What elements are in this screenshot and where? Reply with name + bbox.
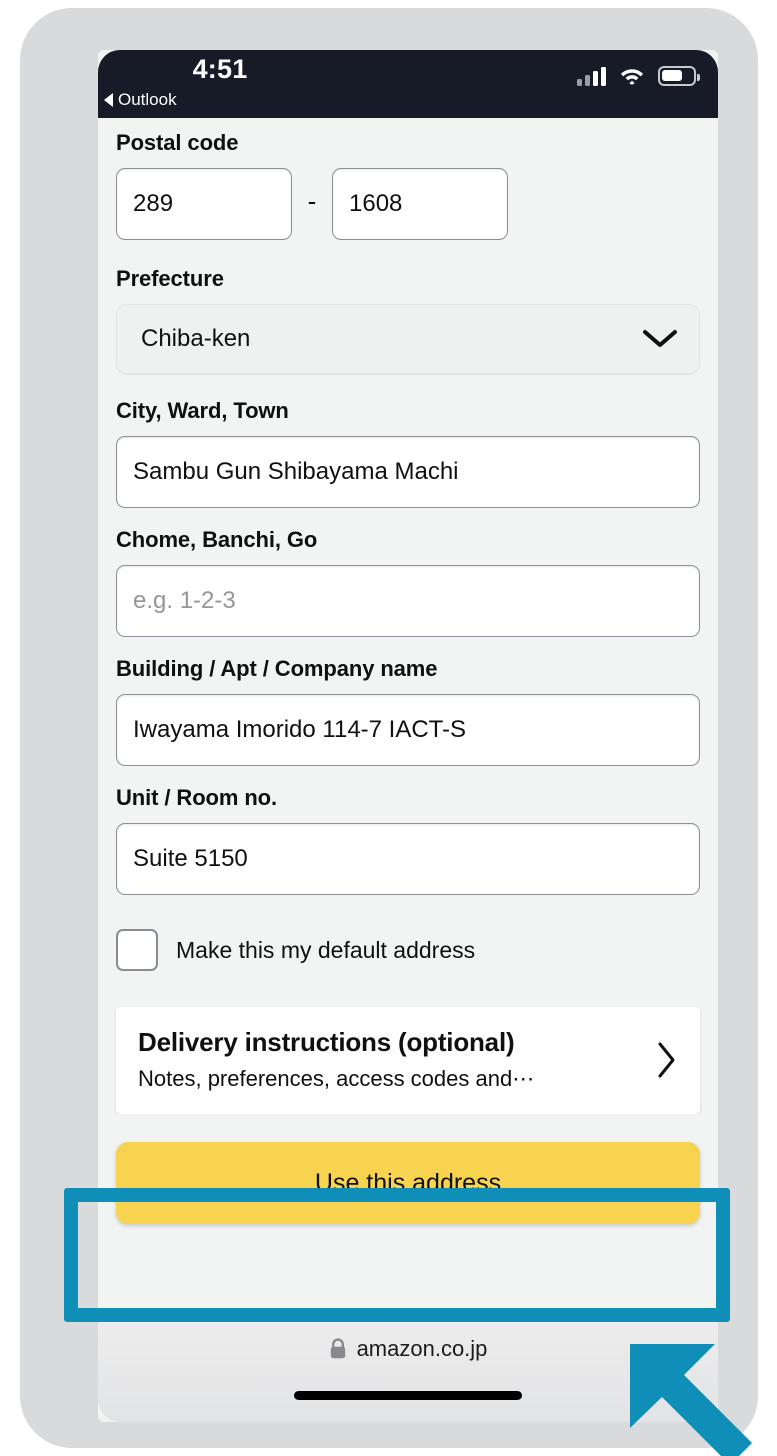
prefecture-label: Prefecture	[116, 266, 224, 291]
postal-code-label: Postal code	[116, 130, 239, 155]
postal-code-row: -	[116, 168, 700, 240]
url-text: amazon.co.jp	[356, 1336, 488, 1361]
field-building: Building / Apt / Company name	[98, 637, 718, 766]
cta-zone: Use this address	[98, 1114, 718, 1250]
status-bar-icons	[577, 66, 700, 86]
back-to-app-button[interactable]: Outlook	[104, 90, 177, 110]
delivery-instructions-card[interactable]: Delivery instructions (optional) Notes, …	[116, 1007, 700, 1114]
battery-icon	[658, 66, 700, 86]
delivery-instructions-text: Delivery instructions (optional) Notes, …	[138, 1027, 534, 1092]
default-address-row[interactable]: Make this my default address	[98, 929, 718, 971]
screenshot-root: 4:51 Outlook Postal code 289 - 1608 Pref…	[0, 0, 777, 1456]
city-input[interactable]	[116, 436, 700, 508]
browser-url-bar: amazon.co.jp	[98, 1320, 718, 1422]
use-this-address-button[interactable]: Use this address	[116, 1142, 700, 1224]
chevron-down-icon	[643, 330, 677, 347]
postal-code-separator: -	[307, 186, 317, 216]
chome-label: Chome, Banchi, Go	[116, 527, 318, 552]
phone-screen: 4:51 Outlook Postal code 289 - 1608 Pref…	[98, 50, 718, 1422]
field-unit: Unit / Room no.	[98, 766, 718, 895]
default-address-checkbox[interactable]	[116, 929, 158, 971]
wifi-icon	[620, 69, 644, 85]
back-caret-icon	[104, 93, 113, 107]
status-bar: 4:51 Outlook	[98, 50, 718, 118]
cellular-signal-icon	[577, 66, 606, 86]
building-label: Building / Apt / Company name	[116, 656, 438, 681]
postal-code-part1-input[interactable]	[116, 168, 292, 240]
building-input[interactable]	[116, 694, 700, 766]
field-chome: Chome, Banchi, Go	[98, 508, 718, 637]
chevron-right-icon	[658, 1042, 675, 1077]
default-address-label: Make this my default address	[176, 936, 476, 963]
city-label: City, Ward, Town	[116, 398, 289, 423]
lock-icon	[330, 1338, 345, 1359]
prefecture-select[interactable]: Chiba-ken	[116, 304, 700, 374]
phone-frame: 4:51 Outlook Postal code 289 - 1608 Pref…	[20, 8, 758, 1448]
field-prefecture: Prefecture Chiba-ken	[98, 240, 718, 374]
home-indicator	[294, 1391, 522, 1400]
unit-input[interactable]	[116, 823, 700, 895]
status-bar-time: 4:51	[192, 54, 248, 84]
delivery-instructions-title: Delivery instructions (optional)	[138, 1027, 515, 1057]
postal-code-part2-input[interactable]	[332, 168, 508, 240]
chome-input[interactable]	[116, 565, 700, 637]
url-display[interactable]: amazon.co.jp	[98, 1320, 718, 1362]
field-postal-code: Postal code -	[98, 118, 718, 240]
prefecture-selected-value: Chiba-ken	[141, 325, 251, 352]
field-city: City, Ward, Town	[98, 374, 718, 508]
unit-label: Unit / Room no.	[116, 785, 278, 810]
delivery-instructions-subtitle: Notes, preferences, access codes and⋯	[138, 1066, 535, 1091]
back-to-app-label: Outlook	[118, 90, 177, 109]
page-content: Postal code - Prefecture Chiba-ken	[98, 118, 718, 1422]
